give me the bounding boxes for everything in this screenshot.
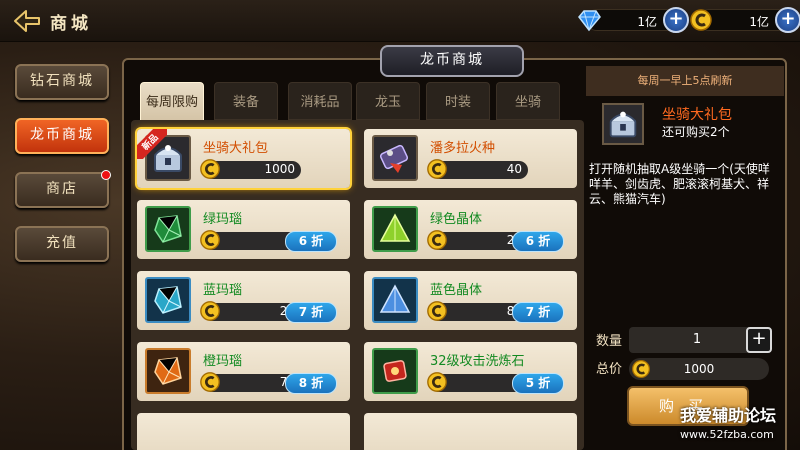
item-name: 蓝玛瑙	[203, 283, 243, 298]
watermark-text: 我爱辅助论坛	[680, 406, 777, 425]
purchase-limit: 还可购买2个	[662, 125, 730, 139]
total-price: 1000	[629, 358, 769, 380]
discount-badge: 6 折	[512, 231, 564, 252]
item-name: 绿色晶体	[430, 212, 483, 227]
tab-consumables[interactable]: 消耗品	[288, 82, 352, 120]
tab-weekly-limited[interactable]: 每周限购	[140, 82, 204, 124]
dragon-coin-icon	[200, 372, 220, 392]
add-diamond-button[interactable]: +	[663, 7, 689, 33]
discount-badge: 7 折	[512, 302, 564, 323]
item-name: 蓝色晶体	[430, 283, 483, 298]
blue-crystal-icon	[372, 277, 418, 323]
new-tag: 新品	[137, 129, 167, 159]
pandora-fire-icon	[372, 135, 418, 181]
nav-diamond-shop[interactable]: 钻石商城	[15, 64, 109, 100]
dragon-coin-icon	[200, 301, 220, 321]
item-card-blue-crystal[interactable]: 蓝色晶体 84 7 折	[364, 271, 577, 330]
quantity-stepper[interactable]: 1	[629, 327, 765, 353]
increase-quantity-button[interactable]: +	[746, 327, 772, 353]
nav-recharge[interactable]: 充值	[15, 226, 109, 262]
discount-badge: 6 折	[285, 231, 337, 252]
diamond-icon	[575, 6, 603, 34]
attack-refine-stone-icon	[372, 348, 418, 394]
dragon-coin-amount: 1亿	[749, 15, 769, 29]
orange-agate-icon	[145, 348, 191, 394]
item-card-partial[interactable]	[137, 413, 350, 450]
tab-equipment[interactable]: 装备	[214, 82, 278, 120]
item-name: 橙玛瑙	[203, 354, 243, 369]
item-name: 绿玛瑙	[203, 212, 243, 227]
diamond-currency: 1亿 +	[578, 7, 689, 33]
item-price: 40	[427, 159, 528, 179]
dragon-coin-icon	[427, 159, 447, 179]
tab-fashion[interactable]: 时装	[426, 82, 490, 120]
back-button[interactable]	[10, 8, 44, 34]
item-card-green-agate[interactable]: 绿玛瑙 6 6 折	[137, 200, 350, 259]
item-card-partial[interactable]	[364, 413, 577, 450]
dragon-coin-currency: 1亿 +	[690, 7, 800, 33]
item-card-mount-gift-pack[interactable]: 新品 坐骑大礼包 1000	[137, 129, 350, 188]
dragon-coin-icon	[632, 360, 650, 378]
item-card-orange-agate[interactable]: 橙玛瑙 72 8 折	[137, 342, 350, 401]
item-card-blue-agate[interactable]: 蓝玛瑙 21 7 折	[137, 271, 350, 330]
item-card-pandora-fire[interactable]: 潘多拉火种 40	[364, 129, 577, 188]
diamond-amount: 1亿	[637, 15, 657, 29]
dragon-coin-icon	[427, 230, 447, 250]
dragon-coin-icon	[200, 230, 220, 250]
dragon-coin-icon	[200, 159, 220, 179]
item-description: 打开随机抽取A级坐骑一个(天使咩咩羊、剑齿虎、肥滚滚柯基犬、祥云、熊猫汽车)	[589, 162, 770, 206]
back-arrow-icon	[14, 10, 40, 32]
page-title: 商城	[50, 14, 92, 34]
blue-agate-icon	[145, 277, 191, 323]
dragon-coin-icon	[427, 372, 447, 392]
add-dragon-coin-button[interactable]: +	[775, 7, 800, 33]
item-name: 坐骑大礼包	[203, 141, 269, 156]
discount-badge: 8 折	[285, 373, 337, 394]
treasure-chest-icon	[602, 103, 644, 145]
refresh-note: 每周一早上5点刷新	[586, 66, 784, 96]
discount-badge: 7 折	[285, 302, 337, 323]
watermark-url: www.52fzba.com	[680, 428, 774, 441]
total-label: 总价	[596, 362, 623, 377]
item-price: 1000	[200, 159, 301, 179]
item-card-attack-refine-stone[interactable]: 32级攻击洗炼石 5 5 折	[364, 342, 577, 401]
tab-mount[interactable]: 坐骑	[496, 82, 560, 120]
item-name: 32级攻击洗炼石	[430, 354, 525, 369]
notification-dot	[101, 170, 111, 180]
item-detail-panel: 每周一早上5点刷新 坐骑大礼包 还可购买2个 打开随机抽取A级坐骑一个(天使咩咩…	[586, 66, 784, 450]
tab-dragon-jade[interactable]: 龙玉	[356, 82, 420, 120]
quantity-label: 数量	[596, 334, 623, 349]
tab-bar: 每周限购 装备 消耗品 龙玉 时装 坐骑	[140, 82, 578, 124]
nav-shop[interactable]: 商店	[15, 170, 111, 208]
green-crystal-icon	[372, 206, 418, 252]
dragon-coin-icon	[687, 6, 715, 34]
green-agate-icon	[145, 206, 191, 252]
panel-title: 龙币商城	[380, 45, 524, 77]
item-name: 潘多拉火种	[430, 141, 496, 156]
discount-badge: 5 折	[512, 373, 564, 394]
item-card-green-crystal[interactable]: 绿色晶体 24 6 折	[364, 200, 577, 259]
detail-item-name: 坐骑大礼包	[662, 107, 732, 123]
dragon-coin-icon	[427, 301, 447, 321]
shop-screen: 商城 1亿 + 1亿 + 钻石商城 龙币商城 商店 充值 龙币商城 每周限购 装…	[0, 0, 800, 450]
top-bar: 商城 1亿 + 1亿 +	[0, 0, 800, 42]
nav-dragon-coin-shop[interactable]: 龙币商城	[15, 118, 109, 154]
item-list[interactable]: 新品 坐骑大礼包 1000 潘多拉火种 40 绿玛瑙 6 折 绿色晶体 6 折 …	[131, 120, 584, 450]
